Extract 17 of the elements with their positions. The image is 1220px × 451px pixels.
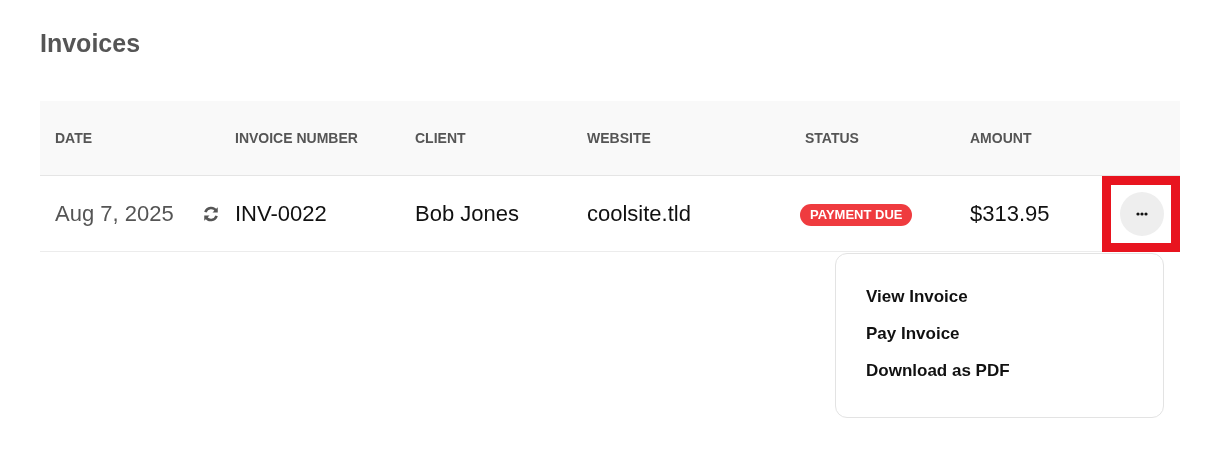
client-name: Bob Jones [415,201,519,226]
column-header: INVOICE NUMBER [235,130,358,146]
website-text: coolsite.tld [587,201,691,226]
column-header: AMOUNT [970,130,1032,146]
column-header: CLIENT [415,130,466,146]
column-header: STATUS [805,130,859,146]
column-header: DATE [55,130,93,146]
menu-item[interactable]: Pay Invoice [866,323,960,345]
date-text: Aug 7, 2025 [55,200,174,228]
amount-text: $313.95 [970,201,1050,226]
column-header: WEBSITE [587,130,651,146]
more-icon [1135,211,1148,216]
menu-item[interactable]: Download as PDF [866,360,1010,382]
status-badge: PAYMENT DUE [800,203,913,226]
invoice-number: INV-0022 [235,201,327,226]
page-title: Invoices [40,28,142,58]
menu-item[interactable]: View Invoice [866,286,968,308]
